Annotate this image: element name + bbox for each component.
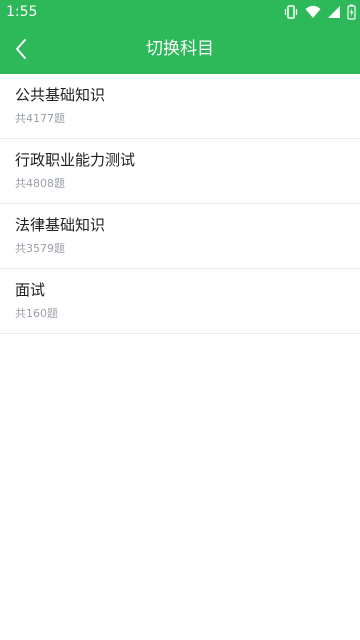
vibrate-icon xyxy=(283,4,299,20)
app-bar: 切换科目 xyxy=(0,24,360,74)
subject-item-public-basics[interactable]: 公共基础知识 共4177题 xyxy=(0,74,360,139)
question-count: 共3579题 xyxy=(15,242,65,255)
battery-icon xyxy=(347,4,356,20)
question-count: 共4177题 xyxy=(15,112,65,125)
wifi-icon xyxy=(305,4,321,20)
status-icons xyxy=(283,4,356,20)
subject-name: 法律基础知识 xyxy=(15,216,106,234)
page-title: 切换科目 xyxy=(146,39,214,59)
subject-name: 面试 xyxy=(15,281,46,299)
status-bar: 1:55 xyxy=(0,0,360,24)
subject-list: 公共基础知识 共4177题 行政职业能力测试 共4808题 法律基础知识 共35… xyxy=(0,74,360,334)
subject-name: 行政职业能力测试 xyxy=(15,151,136,169)
subject-item-interview[interactable]: 面试 共160题 xyxy=(0,269,360,334)
subject-item-aptitude-test[interactable]: 行政职业能力测试 共4808题 xyxy=(0,139,360,204)
subject-name: 公共基础知识 xyxy=(15,86,106,104)
signal-icon xyxy=(327,4,341,20)
status-time: 1:55 xyxy=(6,4,38,20)
subject-item-law-basics[interactable]: 法律基础知识 共3579题 xyxy=(0,204,360,269)
question-count: 共160题 xyxy=(15,307,58,320)
question-count: 共4808题 xyxy=(15,177,65,190)
